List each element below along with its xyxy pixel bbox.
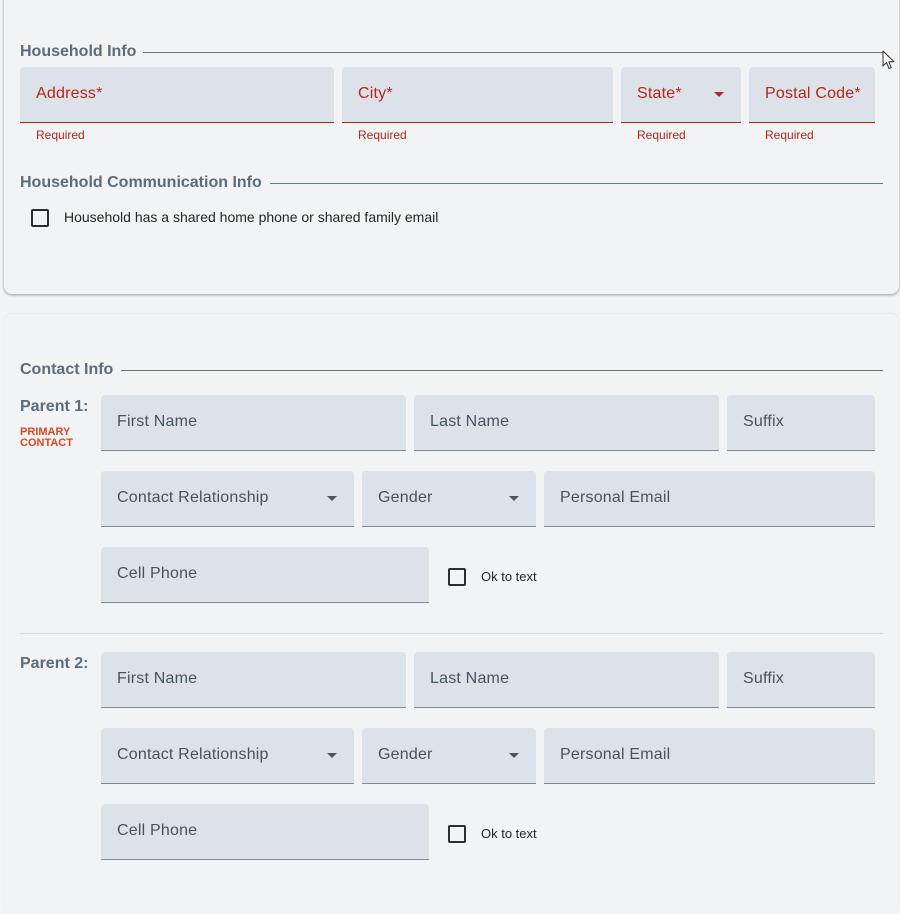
postal-code-label: Postal Code*	[765, 85, 861, 102]
suffix-label: Suffix	[743, 413, 784, 430]
parent-2-first-name-field[interactable]: First Name	[101, 652, 406, 708]
gender-label: Gender	[378, 746, 433, 763]
parent-1-email-field[interactable]: Personal Email	[544, 471, 875, 527]
parent-2-cell-phone-field[interactable]: Cell Phone	[101, 804, 429, 860]
parent-1-suffix-field[interactable]: Suffix	[727, 395, 875, 451]
suffix-label: Suffix	[743, 670, 784, 687]
chevron-down-icon	[327, 496, 337, 501]
parent-1-label: Parent 1:	[20, 398, 89, 415]
parent-2-relationship-select[interactable]: Contact Relationship	[101, 728, 354, 784]
address-helper-text: Required	[36, 128, 85, 142]
state-select[interactable]: State*	[621, 67, 741, 123]
household-communication-title: Household Communication Info	[20, 174, 262, 191]
parent-2-suffix-field[interactable]: Suffix	[727, 652, 875, 708]
cell-phone-label: Cell Phone	[117, 822, 198, 839]
chevron-down-icon	[509, 496, 519, 501]
address-field[interactable]: Address*	[20, 67, 334, 123]
parent-1-relationship-select[interactable]: Contact Relationship	[101, 471, 354, 527]
household-communication-divider	[270, 183, 883, 184]
gender-label: Gender	[378, 489, 433, 506]
shared-contact-checkbox[interactable]	[31, 209, 49, 227]
parent-1-cell-phone-field[interactable]: Cell Phone	[101, 547, 429, 603]
chevron-down-icon	[327, 753, 337, 758]
postal-code-field[interactable]: Postal Code*	[749, 67, 875, 123]
parent-2-gender-select[interactable]: Gender	[362, 728, 536, 784]
state-label: State*	[637, 85, 682, 102]
postal-code-helper-text: Required	[765, 128, 814, 142]
parent-2-label: Parent 2:	[20, 655, 89, 672]
last-name-label: Last Name	[430, 413, 510, 430]
shared-contact-label: Household has a shared home phone or sha…	[64, 209, 439, 225]
household-info-title: Household Info	[20, 43, 137, 60]
first-name-label: First Name	[117, 670, 198, 687]
parent-2-last-name-field[interactable]: Last Name	[414, 652, 719, 708]
parent-1-ok-to-text-checkbox[interactable]	[448, 568, 466, 586]
parent-2-ok-to-text-checkbox[interactable]	[448, 825, 466, 843]
email-label: Personal Email	[560, 746, 671, 763]
first-name-label: First Name	[117, 413, 198, 430]
city-helper-text: Required	[358, 128, 407, 142]
last-name-label: Last Name	[430, 670, 510, 687]
household-info-divider	[143, 52, 883, 53]
mouse-pointer-icon	[882, 50, 895, 69]
parent-1-last-name-field[interactable]: Last Name	[414, 395, 719, 451]
email-label: Personal Email	[560, 489, 671, 506]
relationship-label: Contact Relationship	[117, 489, 269, 506]
parent-1-gender-select[interactable]: Gender	[362, 471, 536, 527]
relationship-label: Contact Relationship	[117, 746, 269, 763]
contact-info-divider	[121, 370, 883, 371]
ok-to-text-label: Ok to text	[481, 569, 537, 584]
parent-1-first-name-field[interactable]: First Name	[101, 395, 406, 451]
city-label: City*	[358, 85, 393, 102]
city-field[interactable]: City*	[342, 67, 613, 123]
state-helper-text: Required	[637, 128, 686, 142]
address-label: Address*	[36, 85, 103, 102]
chevron-down-icon	[714, 92, 724, 97]
chevron-down-icon	[509, 753, 519, 758]
contact-info-title: Contact Info	[20, 361, 114, 378]
cell-phone-label: Cell Phone	[117, 565, 198, 582]
household-card	[4, 0, 899, 294]
primary-contact-badge: PRIMARY CONTACT	[20, 426, 73, 449]
parent-2-email-field[interactable]: Personal Email	[544, 728, 875, 784]
parent-divider	[20, 633, 883, 634]
ok-to-text-label: Ok to text	[481, 826, 537, 841]
